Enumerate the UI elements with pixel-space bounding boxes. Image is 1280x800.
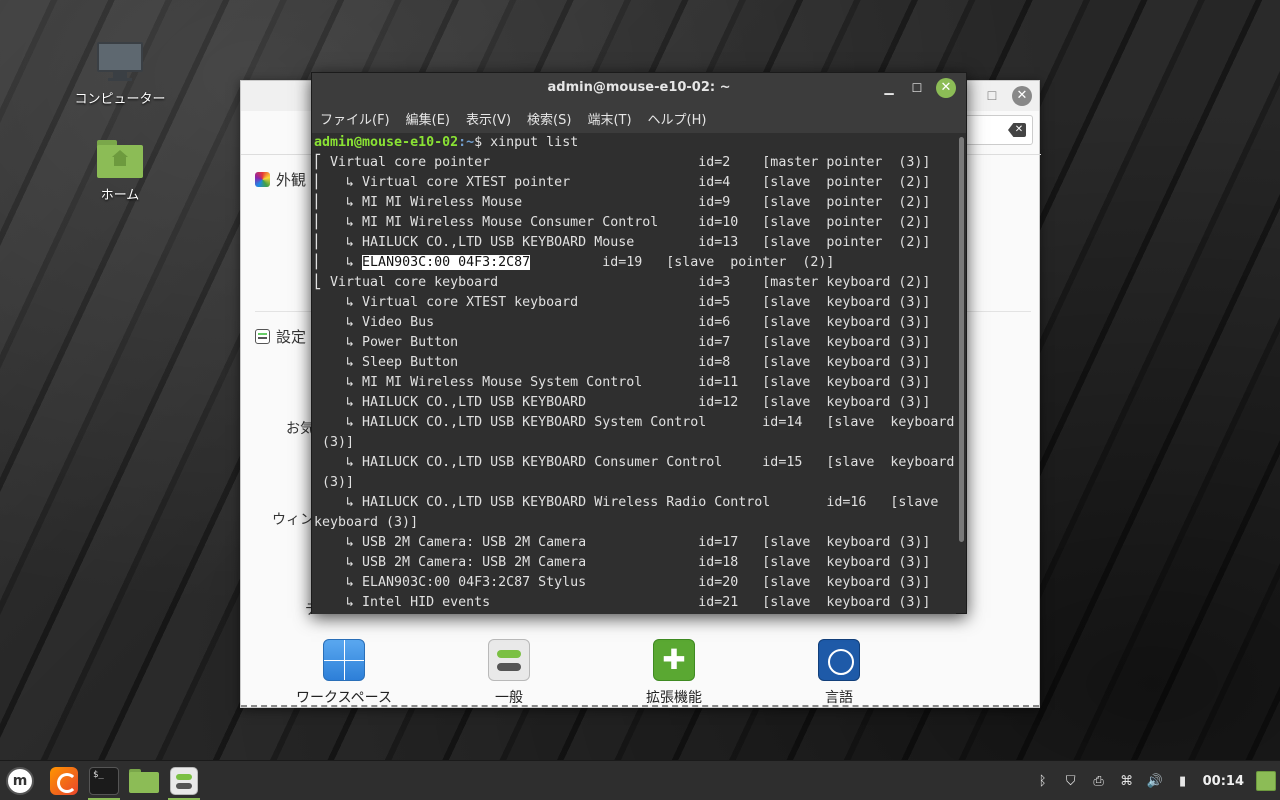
workspace-icon — [323, 639, 365, 681]
output-line: ⎣ Virtual core keyboard id=3 [master key… — [314, 275, 931, 290]
firefox-button[interactable] — [44, 761, 84, 800]
clock[interactable]: 00:14 — [1203, 774, 1244, 789]
files-icon — [129, 768, 159, 793]
menu-terminal[interactable]: 端末(T) — [587, 109, 631, 128]
output-prefix: ⎜ ↳ — [314, 255, 363, 270]
output-line: ⎜ ↳ MI MI Wireless Mouse Consumer Contro… — [314, 215, 931, 230]
computer-icon — [97, 42, 143, 82]
menu-edit[interactable]: 編集(E) — [406, 109, 450, 128]
bluetooth-icon[interactable]: ᛒ — [1035, 773, 1051, 789]
selected-text[interactable]: ELAN903C:00 04F3:2C87 — [362, 255, 531, 270]
tile-extensions[interactable]: ✚ 拡張機能 — [609, 639, 739, 707]
desktop-icon-label: ホーム — [100, 188, 140, 203]
output-line: ↳ Video Bus id=6 [slave keyboard (3)] — [314, 315, 931, 330]
output-line: (3)] — [314, 435, 355, 450]
tile-language[interactable]: 言語 — [774, 639, 904, 707]
output-line: ↳ HAILUCK CO.,LTD USB KEYBOARD System Co… — [314, 415, 955, 430]
terminal-icon: $_ — [89, 766, 119, 795]
output-line: ↳ HAILUCK CO.,LTD USB KEYBOARD Consumer … — [314, 455, 955, 470]
tile-general[interactable]: 一般 — [444, 639, 574, 707]
menu-help[interactable]: ヘルプ(H) — [648, 109, 707, 128]
tile-label: ワークスペース — [296, 690, 392, 706]
section-title: 設定 — [276, 328, 307, 346]
prompt-user: admin@mouse-e10-02 — [314, 135, 459, 150]
desktop-icon-computer[interactable]: コンピューター — [65, 42, 175, 107]
window-title: admin@mouse-e10-02: ~ — [547, 80, 731, 95]
command-text: xinput list — [490, 135, 579, 150]
output-line: ↳ Sleep Button id=8 [slave keyboard (3)] — [314, 355, 931, 370]
output-line: (3)] — [314, 475, 355, 490]
maximize-icon[interactable]: ☐ — [908, 79, 926, 97]
scrollbar-thumb[interactable] — [959, 137, 964, 542]
volume-icon[interactable]: 🔊 — [1147, 773, 1163, 789]
system-tray: ᛒ ⛉ ⎙ ⌘ 🔊 ▮ 00:14 — [1035, 761, 1280, 800]
output-line: ⎡ Virtual core pointer id=2 [master poin… — [314, 155, 931, 170]
output-line: ↳ USB 2M Camera: USB 2M Camera id=17 [sl… — [314, 535, 931, 550]
terminal-titlebar: admin@mouse-e10-02: ~ ▁ ☐ ✕ — [312, 73, 966, 103]
favorites-label: お気 — [286, 421, 314, 437]
output-line-selected: ⎜ ↳ ELAN903C:00 04F3:2C87 id=19 [slave p… — [312, 253, 956, 273]
language-icon — [818, 639, 860, 681]
output-line: ↳ USB 2M Camera: USB 2M Camera id=18 [sl… — [314, 555, 931, 570]
extensions-icon: ✚ — [653, 639, 695, 681]
close-icon[interactable]: ✕ — [1012, 86, 1032, 106]
menu-file[interactable]: ファイル(F) — [320, 109, 390, 128]
output-line: ↳ MI MI Wireless Mouse System Control id… — [314, 375, 931, 390]
appearance-icon — [255, 172, 270, 187]
terminal-window: admin@mouse-e10-02: ~ ▁ ☐ ✕ ファイル(F) 編集(E… — [311, 72, 967, 614]
output-line: ↳ Intel HID events id=21 [slave keyboard… — [314, 595, 931, 610]
firefox-icon — [50, 766, 78, 795]
terminal-menubar: ファイル(F) 編集(E) 表示(V) 検索(S) 端末(T) ヘルプ(H) — [312, 103, 966, 133]
mint-menu-button[interactable]: m — [0, 761, 40, 800]
menu-search[interactable]: 検索(S) — [527, 109, 571, 128]
menu-view[interactable]: 表示(V) — [466, 109, 511, 128]
prompt-line: admin@mouse-e10-02:~$ xinput list — [312, 133, 956, 153]
output-line: ⎜ ↳ HAILUCK CO.,LTD USB KEYBOARD Mouse i… — [314, 235, 931, 250]
output-line: ↳ Virtual core XTEST keyboard id=5 [slav… — [314, 295, 931, 310]
tile-label: 言語 — [825, 690, 853, 706]
output-line: ⎜ ↳ MI MI Wireless Mouse id=9 [slave poi… — [314, 195, 931, 210]
general-icon — [488, 639, 530, 681]
clear-search-icon[interactable]: ✕ — [1008, 123, 1026, 137]
printer-icon[interactable]: ⎙ — [1091, 773, 1107, 789]
output-line: keyboard (3)] — [314, 515, 419, 530]
terminal-output[interactable]: admin@mouse-e10-02:~$ xinput list ⎡ Virt… — [312, 133, 956, 614]
settings-button[interactable] — [164, 761, 204, 800]
divider — [241, 705, 1039, 707]
section-appearance: 外観 — [255, 169, 306, 190]
taskbar: m $_ ᛒ ⛉ ⎙ ⌘ 🔊 ▮ 00:14 — [0, 760, 1280, 800]
prompt-symbol: $ — [474, 135, 491, 150]
search-input[interactable]: ✕ — [961, 115, 1033, 145]
network-icon[interactable]: ⌘ — [1119, 773, 1135, 789]
output-line: ↳ Power Button id=7 [slave keyboard (3)] — [314, 335, 931, 350]
desktop-icon-home[interactable]: ホーム — [65, 140, 175, 203]
files-button[interactable] — [124, 761, 164, 800]
maximize-icon[interactable]: ☐ — [983, 87, 1001, 105]
section-preferences: 設定 — [255, 326, 306, 347]
shield-icon[interactable]: ⛉ — [1063, 773, 1079, 789]
terminal-button[interactable]: $_ — [84, 761, 124, 800]
output-line: ↳ ELAN903C:00 04F3:2C87 Stylus id=20 [sl… — [314, 575, 931, 590]
mint-menu-icon: m — [6, 766, 34, 795]
show-desktop-button[interactable] — [1256, 771, 1276, 791]
tile-label: 拡張機能 — [646, 690, 702, 706]
section-title: 外観 — [276, 171, 307, 189]
output-suffix: id=19 [slave pointer (2)] — [530, 255, 835, 270]
desktop-icon-label: コンピューター — [74, 92, 166, 107]
output-line: ↳ HAILUCK CO.,LTD USB KEYBOARD id=12 [sl… — [314, 395, 931, 410]
output-line: ↳ HAILUCK CO.,LTD USB KEYBOARD Wireless … — [314, 495, 939, 510]
windows-label: ウィン — [272, 512, 314, 528]
prompt-path: :~ — [458, 135, 475, 150]
tile-workspace[interactable]: ワークスペース — [279, 639, 409, 707]
preferences-icon — [255, 329, 270, 344]
output-line: ⎜ ↳ Virtual core XTEST pointer id=4 [sla… — [314, 175, 931, 190]
settings-icon — [170, 766, 198, 795]
close-icon[interactable]: ✕ — [936, 78, 956, 98]
home-folder-icon — [97, 140, 143, 178]
scrollbar[interactable] — [957, 135, 965, 613]
minimize-icon[interactable]: ▁ — [880, 79, 898, 97]
battery-icon[interactable]: ▮ — [1175, 773, 1191, 789]
tile-label: 一般 — [495, 690, 523, 706]
